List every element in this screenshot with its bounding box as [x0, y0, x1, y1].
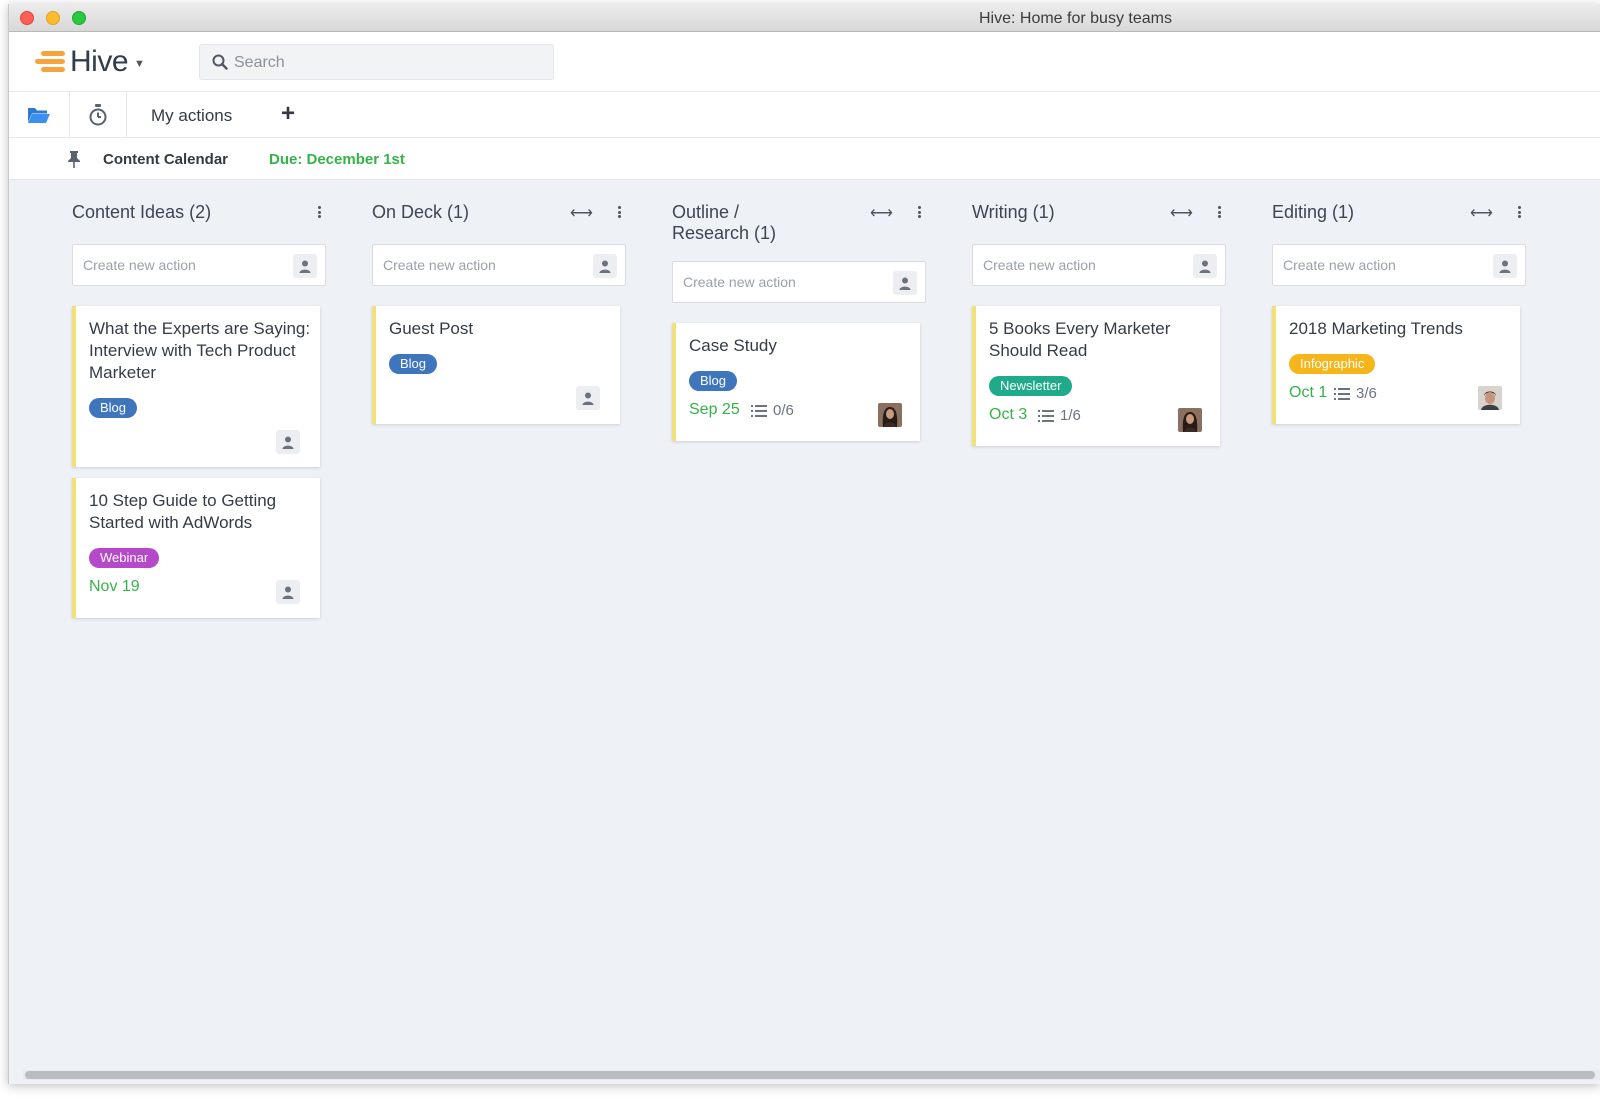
- assign-user-icon[interactable]: [593, 254, 617, 278]
- expand-column-icon[interactable]: ⟷: [1470, 203, 1493, 223]
- assign-user-icon[interactable]: [893, 271, 917, 295]
- window-title: Hive: Home for busy teams: [979, 10, 1172, 27]
- search-box[interactable]: [199, 44, 554, 80]
- stopwatch-icon: [89, 104, 107, 126]
- project-header: Content Calendar Due: December 1st: [9, 138, 1600, 180]
- expand-column-icon[interactable]: ⟷: [570, 203, 593, 223]
- assign-user-icon[interactable]: [276, 580, 300, 604]
- card-title: 2018 Marketing Trends: [1289, 319, 1463, 338]
- column-title-line-1: Outline /: [672, 202, 740, 222]
- card-title: What the Experts are Saying: Interview w…: [89, 319, 311, 382]
- action-card[interactable]: Guest Post Blog: [372, 306, 620, 424]
- create-action-field[interactable]: [972, 244, 1226, 286]
- window-titlebar: Hive: Home for busy teams: [9, 4, 1600, 32]
- create-action-input[interactable]: [83, 255, 283, 275]
- projects-nav-button[interactable]: [9, 92, 69, 138]
- column-title[interactable]: Outline / Research (1): [672, 202, 862, 244]
- tab-my-actions[interactable]: My actions: [151, 106, 232, 126]
- tag-blog[interactable]: Blog: [89, 398, 138, 418]
- scrollbar-thumb[interactable]: [25, 1071, 1595, 1079]
- assign-user-icon[interactable]: [276, 430, 300, 454]
- tag-blog[interactable]: Blog: [689, 371, 738, 391]
- tag-blog[interactable]: Blog: [389, 354, 438, 374]
- search-icon: [212, 54, 228, 70]
- column-menu-icon[interactable]: [1514, 202, 1524, 222]
- create-action-input[interactable]: [1283, 255, 1483, 275]
- due-date[interactable]: Oct 3: [989, 406, 1027, 424]
- column-menu-icon[interactable]: [314, 202, 324, 222]
- due-date[interactable]: Sep 25: [689, 401, 740, 419]
- project-due-date[interactable]: Due: December 1st: [269, 151, 405, 168]
- project-name[interactable]: Content Calendar: [103, 151, 228, 168]
- top-bar: Hive ▼: [9, 32, 1600, 92]
- column-title[interactable]: On Deck (1): [372, 202, 562, 223]
- tag-infographic[interactable]: Infographic: [1289, 354, 1376, 374]
- horizontal-scrollbar[interactable]: [23, 1070, 1600, 1080]
- create-action-field[interactable]: [1272, 244, 1526, 286]
- column-menu-icon[interactable]: [914, 202, 924, 222]
- expand-column-icon[interactable]: ⟷: [1170, 203, 1193, 223]
- checklist-icon: [1038, 409, 1054, 422]
- create-action-field[interactable]: [672, 261, 926, 303]
- checklist-count: 3/6: [1356, 385, 1377, 402]
- app-logo-menu[interactable]: Hive ▼: [35, 45, 145, 78]
- action-card[interactable]: What the Experts are Saying: Interview w…: [72, 306, 320, 467]
- card-title: 5 Books Every Marketer Should Read: [989, 319, 1171, 360]
- checklist-progress[interactable]: 0/6: [751, 402, 794, 419]
- action-card[interactable]: 2018 Marketing Trends Infographic Oct 1 …: [1272, 306, 1520, 424]
- nav-bar: My actions +: [9, 92, 1600, 138]
- zoom-window-button[interactable]: [72, 11, 86, 25]
- add-tab-button[interactable]: +: [281, 100, 295, 128]
- assignee-avatar[interactable]: [1478, 386, 1502, 410]
- app-name: Hive: [70, 45, 129, 78]
- action-card[interactable]: 10 Step Guide to Getting Started with Ad…: [72, 478, 320, 618]
- column-title[interactable]: Writing (1): [972, 202, 1162, 223]
- due-date[interactable]: Oct 1: [1289, 384, 1327, 402]
- create-action-input[interactable]: [983, 255, 1183, 275]
- tag-newsletter[interactable]: Newsletter: [989, 376, 1073, 396]
- checklist-count: 1/6: [1060, 407, 1081, 424]
- assignee-avatar[interactable]: [878, 403, 902, 427]
- assignee-avatar[interactable]: [1178, 408, 1202, 432]
- create-action-input[interactable]: [683, 272, 883, 292]
- column-title[interactable]: Editing (1): [1272, 202, 1462, 223]
- kanban-board: Content Ideas (2) What the Experts are S…: [9, 180, 1600, 1084]
- checklist-icon: [1334, 387, 1350, 400]
- checklist-count: 0/6: [773, 402, 794, 419]
- card-title: Guest Post: [389, 319, 474, 338]
- create-action-input[interactable]: [383, 255, 583, 275]
- create-action-field[interactable]: [72, 244, 326, 286]
- expand-column-icon[interactable]: ⟷: [870, 203, 893, 223]
- card-title: Case Study: [689, 336, 777, 355]
- assign-user-icon[interactable]: [293, 254, 317, 278]
- assign-user-icon[interactable]: [1193, 254, 1217, 278]
- column-title-line-2: Research (1): [672, 223, 777, 243]
- minimize-window-button[interactable]: [46, 11, 60, 25]
- folder-icon: [28, 108, 50, 123]
- card-title: 10 Step Guide to Getting Started with Ad…: [89, 491, 277, 532]
- column-title[interactable]: Content Ideas (2): [72, 202, 262, 223]
- column-menu-icon[interactable]: [1214, 202, 1224, 222]
- search-input[interactable]: [234, 51, 534, 75]
- checklist-icon: [751, 404, 767, 417]
- create-action-field[interactable]: [372, 244, 626, 286]
- app-window: Hive: Home for busy teams Hive ▼ My acti…: [8, 4, 1600, 1084]
- tag-webinar[interactable]: Webinar: [89, 548, 160, 568]
- close-window-button[interactable]: [20, 11, 34, 25]
- checklist-progress[interactable]: 1/6: [1038, 407, 1081, 424]
- assign-user-icon[interactable]: [1493, 254, 1517, 278]
- timesheet-nav-button[interactable]: [70, 92, 126, 138]
- chevron-down-icon: ▼: [134, 58, 145, 70]
- action-card[interactable]: Case Study Blog Sep 25 0/6: [672, 323, 920, 441]
- column-menu-icon[interactable]: [614, 202, 624, 222]
- action-card[interactable]: 5 Books Every Marketer Should Read Newsl…: [972, 306, 1220, 446]
- due-date[interactable]: Nov 19: [89, 578, 140, 596]
- checklist-progress[interactable]: 3/6: [1334, 385, 1377, 402]
- assign-user-icon[interactable]: [576, 386, 600, 410]
- hive-logo-icon: [35, 49, 67, 75]
- pin-icon[interactable]: [67, 150, 81, 168]
